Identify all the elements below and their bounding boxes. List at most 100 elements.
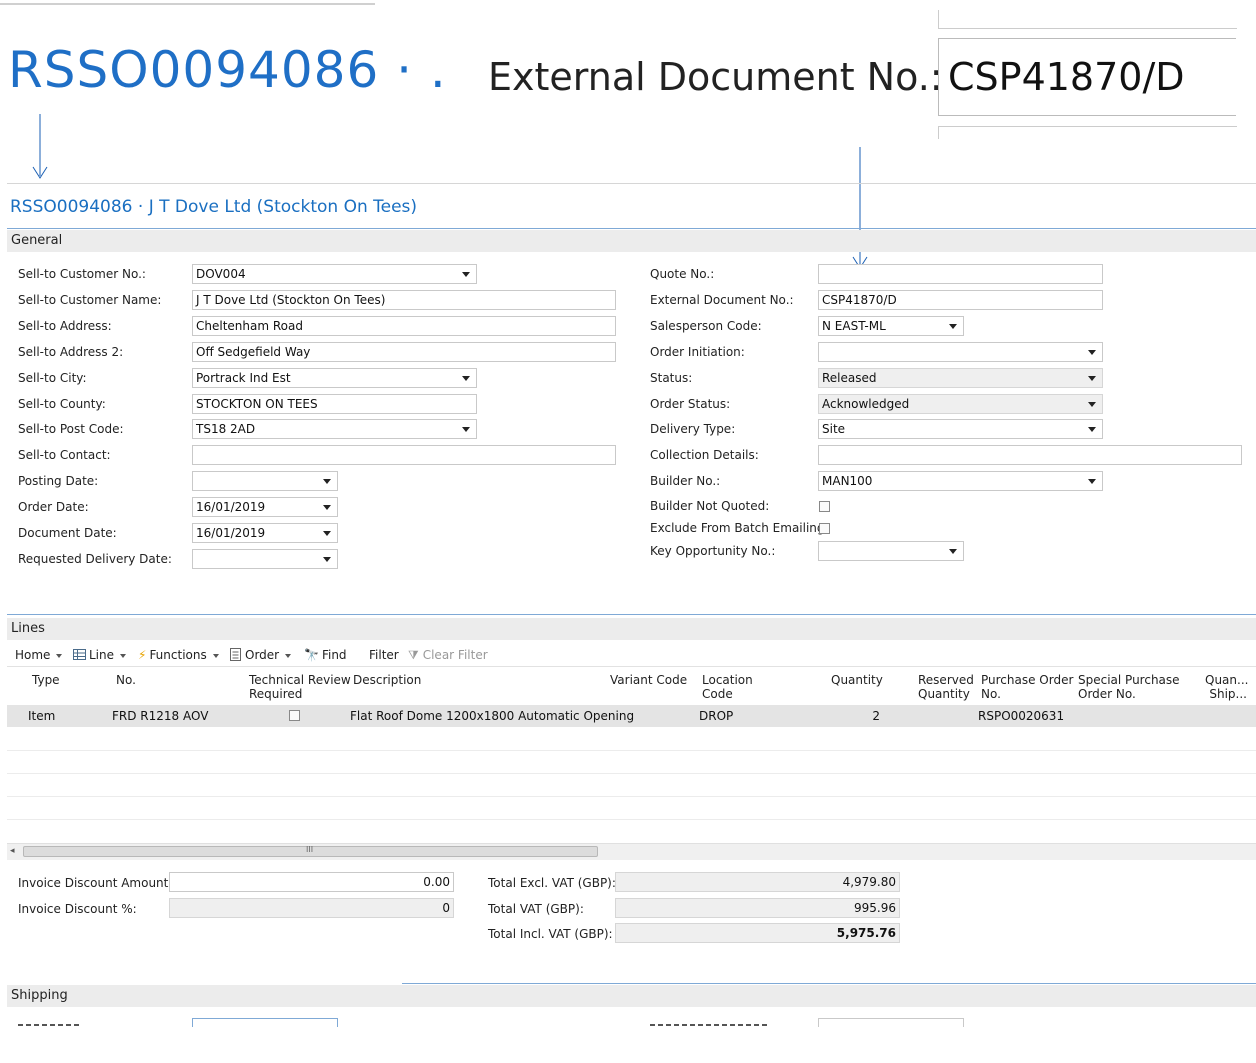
section-shipping[interactable]: Shipping [7, 985, 1256, 1007]
sell-to-address2-field[interactable]: Off Sedgefield Way [192, 342, 616, 362]
chevron-down-icon[interactable] [462, 427, 470, 432]
chevron-down-icon[interactable] [323, 479, 331, 484]
sell-to-city-field[interactable]: Portrack Ind Est [192, 368, 477, 388]
collection-details-field[interactable] [818, 445, 1242, 465]
toolbar-filter-button[interactable]: Filter [369, 648, 399, 662]
label-quote-no: Quote No.: [650, 267, 715, 281]
document-icon [230, 648, 241, 661]
arrow-ext-doc-icon [852, 147, 868, 269]
label-invoice-discount-amount: Invoice Discount Amount: [18, 876, 173, 890]
col-location-code[interactable]: Location Code [702, 673, 753, 701]
col-special-purchase-order-no[interactable]: Special Purchase Order No. [1078, 673, 1180, 701]
cell-purchase-order-no: RSPO0020631 [978, 709, 1065, 723]
col-reserved-quantity[interactable]: Reserved Quantity [918, 673, 974, 701]
page-top-divider [7, 183, 1256, 184]
col-quantity[interactable]: Quantity [831, 673, 883, 687]
label-status: Status: [650, 371, 693, 385]
section-lines[interactable]: Lines [7, 618, 1256, 640]
zoom-ext-doc-value: CSP41870/D [948, 55, 1185, 99]
sell-to-post-code-field[interactable]: TS18 2AD [192, 419, 477, 439]
label-total-excl-vat: Total Excl. VAT (GBP): [488, 876, 616, 890]
chevron-down-icon[interactable] [1088, 376, 1096, 381]
order-initiation-field[interactable] [818, 342, 1103, 362]
chevron-down-icon[interactable] [462, 376, 470, 381]
sell-to-customer-no-field[interactable]: DOV004 [192, 264, 477, 284]
table-row[interactable]: Item FRD R1218 AOV Flat Roof Dome 1200x1… [7, 705, 1256, 727]
chevron-down-icon[interactable] [1088, 479, 1096, 484]
section-general[interactable]: General [7, 230, 1256, 252]
sell-to-address-value: Cheltenham Road [196, 319, 303, 333]
col-purchase-order-no[interactable]: Purchase Order No. [981, 673, 1073, 701]
chevron-down-icon[interactable] [1088, 402, 1096, 407]
col-spo-line1: Special Purchase [1078, 673, 1180, 687]
scroll-left-icon[interactable]: ◂ [10, 846, 15, 856]
salesperson-code-field[interactable]: N EAST-ML [818, 316, 964, 336]
shipping-top-divider [402, 983, 1256, 984]
chevron-down-icon[interactable] [1088, 350, 1096, 355]
exclude-batch-emailing-checkbox[interactable] [819, 523, 830, 534]
toolbar-order-button[interactable]: Order [230, 648, 292, 662]
toolbar-clear-filter-label: Clear Filter [422, 648, 488, 662]
cell-technical-review-checkbox[interactable] [289, 710, 300, 721]
order-date-value: 16/01/2019 [196, 500, 266, 514]
sell-to-address-field[interactable]: Cheltenham Road [192, 316, 616, 336]
label-total-vat: Total VAT (GBP): [488, 902, 584, 916]
lines-top-divider [7, 614, 1256, 615]
shipping-cropped-field-right[interactable] [818, 1018, 964, 1027]
builder-no-field[interactable]: MAN100 [818, 471, 1103, 491]
shipping-cropped-field-left[interactable] [192, 1018, 338, 1027]
order-date-field[interactable]: 16/01/2019 [192, 497, 338, 517]
chevron-down-icon[interactable] [949, 324, 957, 329]
chevron-down-icon[interactable] [949, 549, 957, 554]
toolbar-clear-filter-button[interactable]: ⧩ Clear Filter [408, 648, 488, 662]
label-salesperson-code: Salesperson Code: [650, 319, 762, 333]
col-spo-line2: Order No. [1078, 687, 1136, 701]
col-technical-review[interactable]: Technical Review Required [249, 673, 351, 701]
sell-to-contact-field[interactable] [192, 445, 616, 465]
document-date-field[interactable]: 16/01/2019 [192, 523, 338, 543]
chevron-down-icon[interactable] [1088, 427, 1096, 432]
label-total-incl-vat: Total Incl. VAT (GBP): [488, 927, 613, 941]
col-quantity-shipped[interactable]: Quan... Ship... [1205, 673, 1248, 701]
order-status-field[interactable]: Acknowledged [818, 394, 1103, 414]
chevron-down-icon[interactable] [462, 272, 470, 277]
col-location-line2: Code [702, 687, 733, 701]
horizontal-scrollbar[interactable]: ◂ III [7, 843, 1256, 860]
col-no[interactable]: No. [116, 673, 136, 687]
chevron-down-icon[interactable] [323, 505, 331, 510]
quote-no-field[interactable] [818, 264, 1103, 284]
toolbar-home-button[interactable]: Home [15, 648, 63, 662]
label-collection-details: Collection Details: [650, 448, 759, 462]
scroll-thumb[interactable]: III [23, 845, 598, 857]
col-type[interactable]: Type [32, 673, 60, 687]
sell-to-county-value: STOCKTON ON TEES [196, 397, 318, 411]
sell-to-county-field[interactable]: STOCKTON ON TEES [192, 394, 477, 414]
status-field[interactable]: Released [818, 368, 1103, 388]
invoice-discount-amount-field[interactable]: 0.00 [169, 872, 454, 892]
builder-not-quoted-checkbox[interactable] [819, 501, 830, 512]
external-document-no-field[interactable]: CSP41870/D [818, 290, 1103, 310]
cell-location: DROP [699, 709, 734, 723]
toolbar-divider [7, 666, 1256, 667]
posting-date-field[interactable] [192, 471, 338, 491]
col-variant-code[interactable]: Variant Code [610, 673, 687, 687]
row-divider [7, 819, 1256, 820]
section-shipping-label: Shipping [11, 988, 68, 1003]
toolbar-order-label: Order [245, 648, 280, 662]
toolbar-find-button[interactable]: 🔭 Find [304, 648, 347, 662]
requested-delivery-date-field[interactable] [192, 549, 338, 569]
toolbar-line-button[interactable]: Line [73, 648, 127, 662]
chevron-down-icon[interactable] [323, 531, 331, 536]
invoice-discount-pct-field[interactable]: 0 [169, 898, 454, 918]
sell-to-customer-name-field[interactable]: J T Dove Ltd (Stockton On Tees) [192, 290, 616, 310]
invoice-discount-pct-value: 0 [442, 901, 450, 915]
total-incl-vat-field: 5,975.76 [615, 923, 900, 943]
chevron-down-icon[interactable] [323, 557, 331, 562]
key-opportunity-no-field[interactable] [818, 541, 964, 561]
col-description[interactable]: Description [353, 673, 421, 687]
delivery-type-field[interactable]: Site [818, 419, 1103, 439]
order-status-value: Acknowledged [822, 397, 910, 411]
total-excl-vat-field: 4,979.80 [615, 872, 900, 892]
toolbar-functions-button[interactable]: ⚡ Functions [138, 648, 219, 662]
total-vat-field: 995.96 [615, 898, 900, 918]
